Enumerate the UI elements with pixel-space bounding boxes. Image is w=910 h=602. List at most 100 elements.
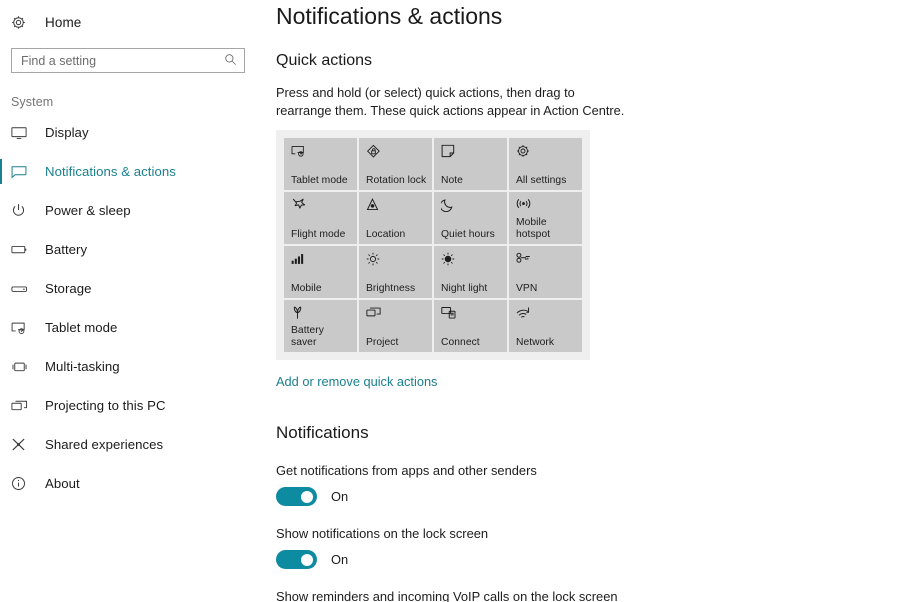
sidebar-item-label: About: [45, 476, 80, 491]
sidebar-item-storage[interactable]: Storage: [0, 269, 270, 308]
quick-action-label: Tablet mode: [291, 174, 348, 186]
search-icon: [224, 53, 237, 66]
quick-action-label: All settings: [516, 174, 567, 186]
notifications-heading: Notifications: [276, 423, 369, 442]
connect-device-icon: [441, 306, 502, 324]
sidebar-item-display[interactable]: Display: [0, 113, 270, 152]
toggle-get-notifications[interactable]: [276, 487, 317, 506]
sidebar-group-label: System: [11, 95, 54, 109]
quick-actions-panel: Tablet mode Rotation lock Note All setti…: [276, 130, 590, 360]
sidebar-item-projecting-to-this-pc[interactable]: Projecting to this PC: [0, 386, 270, 425]
night-light-icon: [441, 252, 502, 270]
sidebar-item-label: Shared experiences: [45, 437, 164, 452]
rotation-lock-icon: [366, 144, 427, 162]
quick-actions-grid: Tablet mode Rotation lock Note All setti…: [284, 138, 582, 352]
tablet-mode-icon: [291, 144, 352, 162]
note-icon: [441, 144, 502, 162]
quick-action-tile-note[interactable]: Note: [434, 138, 507, 190]
quick-action-label: Night light: [441, 282, 488, 294]
quick-actions-heading: Quick actions: [276, 52, 373, 69]
quick-action-tile-project[interactable]: Project: [359, 300, 432, 352]
quick-action-label: Location: [366, 228, 406, 240]
quick-action-label: Network: [516, 336, 555, 348]
sidebar-item-notifications-and-actions[interactable]: Notifications & actions: [0, 152, 270, 191]
info-circle-icon: [11, 476, 33, 491]
shared-experiences-icon: [11, 437, 33, 452]
sidebar-item-label: Battery: [45, 242, 88, 257]
setting-lock-screen-notifications: Show notifications on the lock screen On: [276, 526, 910, 569]
vpn-key-icon: [516, 252, 577, 270]
quick-action-label: Flight mode: [291, 228, 346, 240]
quick-action-label: Battery saver: [291, 325, 324, 348]
quick-action-label: Mobile: [291, 282, 322, 294]
quick-action-tile-brightness[interactable]: Brightness: [359, 246, 432, 298]
battery-icon: [11, 244, 33, 255]
sidebar-item-label: Tablet mode: [45, 320, 118, 335]
toggle-lock-screen-notifications[interactable]: [276, 550, 317, 569]
gear-icon: [11, 15, 33, 30]
sidebar-item-power-and-sleep[interactable]: Power & sleep: [0, 191, 270, 230]
toggle-state-label: On: [331, 489, 349, 504]
quick-action-label: Rotation lock: [366, 174, 427, 186]
setting-label: Show reminders and incoming VoIP calls o…: [276, 589, 618, 602]
notification-panel-icon: [11, 165, 33, 179]
power-icon: [11, 203, 33, 218]
sidebar-item-label: Notifications & actions: [45, 164, 176, 179]
page-title: Notifications & actions: [276, 3, 503, 29]
quick-action-tile-network[interactable]: Network: [509, 300, 582, 352]
quick-action-tile-all-settings[interactable]: All settings: [509, 138, 582, 190]
sidebar-home-label: Home: [45, 14, 82, 30]
toggle-state-label: On: [331, 552, 349, 567]
airplane-icon: [291, 198, 352, 216]
quick-action-label: Connect: [441, 336, 480, 348]
project-screen-icon: [11, 399, 33, 413]
monitor-icon: [11, 126, 33, 140]
quick-action-tile-battery-saver[interactable]: Battery saver: [284, 300, 357, 352]
sidebar: Home System Display: [0, 0, 270, 602]
tablet-mode-icon: [11, 321, 33, 335]
quick-action-tile-mobile[interactable]: Mobile: [284, 246, 357, 298]
quick-action-tile-night-light[interactable]: Night light: [434, 246, 507, 298]
sidebar-item-label: Multi-tasking: [45, 359, 120, 374]
moon-icon: [441, 198, 502, 216]
sidebar-item-battery[interactable]: Battery: [0, 230, 270, 269]
quick-actions-description: Press and hold (or select) quick actions…: [276, 85, 625, 118]
signal-bars-icon: [291, 252, 352, 270]
quick-action-tile-connect[interactable]: Connect: [434, 300, 507, 352]
toggle-knob: [301, 490, 313, 503]
sidebar-item-tablet-mode[interactable]: Tablet mode: [0, 308, 270, 347]
sidebar-item-shared-experiences[interactable]: Shared experiences: [0, 425, 270, 464]
leaf-icon: [291, 306, 352, 324]
search-input[interactable]: [12, 49, 212, 72]
sidebar-item-label: Storage: [45, 281, 92, 296]
sidebar-item-about[interactable]: About: [0, 464, 270, 503]
sun-icon: [366, 252, 427, 270]
quick-action-tile-tablet-mode[interactable]: Tablet mode: [284, 138, 357, 190]
setting-label: Get notifications from apps and other se…: [276, 463, 537, 478]
sidebar-item-label: Display: [45, 125, 89, 140]
quick-action-label: Mobile hotspot: [516, 217, 551, 240]
hotspot-icon: [516, 198, 577, 216]
quick-action-tile-rotation-lock[interactable]: Rotation lock: [359, 138, 432, 190]
quick-action-label: Brightness: [366, 282, 416, 294]
quick-action-tile-location[interactable]: Location: [359, 192, 432, 244]
sidebar-item-label: Projecting to this PC: [45, 398, 166, 413]
quick-action-tile-mobile-hotspot[interactable]: Mobile hotspot: [509, 192, 582, 244]
toggle-row: On: [276, 487, 910, 506]
add-or-remove-quick-actions-link[interactable]: Add or remove quick actions: [276, 374, 437, 389]
toggle-knob: [301, 553, 313, 566]
storage-drive-icon: [11, 284, 33, 294]
main-content: Notifications & actions Quick actions Pr…: [270, 0, 910, 602]
quick-action-label: Quiet hours: [441, 228, 495, 240]
sidebar-item-home[interactable]: Home: [0, 7, 270, 37]
sidebar-item-multi-tasking[interactable]: Multi-tasking: [0, 347, 270, 386]
quick-action-tile-quiet-hours[interactable]: Quiet hours: [434, 192, 507, 244]
search-box[interactable]: [11, 48, 245, 73]
gear-icon: [516, 144, 577, 162]
quick-action-label: Project: [366, 336, 399, 348]
multitasking-icon: [11, 361, 33, 373]
quick-action-label: Note: [441, 174, 463, 186]
quick-action-tile-vpn[interactable]: VPN: [509, 246, 582, 298]
quick-action-tile-flight-mode[interactable]: Flight mode: [284, 192, 357, 244]
sidebar-item-label: Power & sleep: [45, 203, 131, 218]
